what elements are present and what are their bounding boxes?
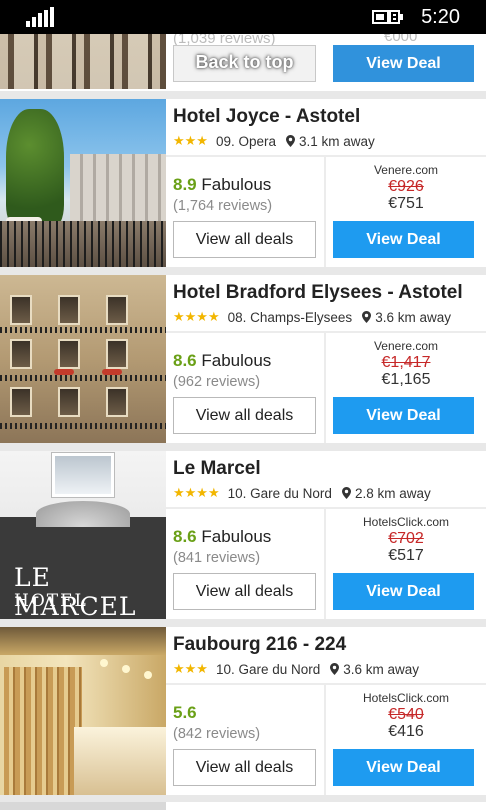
district-label: 10. Gare du Nord (215, 661, 321, 677)
hotel-photo[interactable] (0, 275, 166, 443)
deal-price: €751 (388, 195, 424, 212)
hotel-photo[interactable]: LE MARCEL HOTEL (0, 451, 166, 619)
deal-provider: HotelsClick.com (362, 515, 449, 529)
price-fragment: €000 (384, 34, 418, 45)
view-all-deals-button[interactable]: View all deals (173, 221, 316, 258)
deal-price: €517 (388, 547, 424, 564)
reviews-count: (1,764 reviews) (173, 198, 273, 214)
old-price: €926 (388, 178, 424, 195)
clock-time: 5:20 (421, 6, 460, 28)
deal-price: €416 (388, 723, 424, 740)
hotel-name[interactable]: Hotel Bradford Elysees - Astotel (173, 282, 463, 304)
battery-charging-icon (372, 10, 403, 24)
guest-rating: 5.6 (173, 703, 197, 723)
map-pin-icon (341, 487, 351, 499)
reviews-count: (962 reviews) (173, 374, 261, 390)
reviews-count: (841 reviews) (173, 550, 261, 566)
guest-rating: 8.6 Fabulous (173, 351, 271, 371)
rating-label: Fabulous (201, 175, 272, 194)
rating-score: 8.9 (173, 175, 197, 194)
hotel-card[interactable]: Hotel Bradford Elysees - Astotel ★★★★ 08… (0, 275, 486, 443)
hotel-photo (0, 34, 166, 89)
old-price: €702 (388, 530, 424, 547)
deal-price: €1,165 (381, 371, 431, 388)
district-label: 10. Gare du Nord (227, 485, 332, 501)
rating-score: 5.6 (173, 703, 197, 722)
hotel-card[interactable]: Hotel Joyce - Astotel ★★★ 09. Opera 3.1 … (0, 99, 486, 267)
hotel-name[interactable]: Hotel Joyce - Astotel (173, 106, 360, 128)
hotel-sign-subtext: HOTEL (14, 591, 88, 611)
hotel-meta: ★★★ 09. Opera 3.1 km away (173, 133, 375, 149)
rating-score: 8.6 (173, 351, 197, 370)
view-deal-button[interactable]: View Deal (333, 749, 474, 786)
hotel-name[interactable]: Faubourg 216 - 224 (173, 634, 346, 656)
guest-rating: 8.6 Fabulous (173, 527, 271, 547)
district-label: 09. Opera (215, 133, 277, 149)
map-pin-icon (362, 311, 372, 323)
deal-provider: HotelsClick.com (362, 691, 449, 705)
view-all-deals-button[interactable]: View all deals (173, 573, 316, 610)
reviews-count: (842 reviews) (173, 726, 261, 742)
hotel-photo[interactable] (0, 627, 166, 795)
rating-label: Fabulous (201, 527, 272, 546)
distance-label: 3.1 km away (299, 133, 375, 149)
rating-label: Fabulous (201, 351, 272, 370)
district-label: 08. Champs-Elysees (227, 309, 353, 325)
view-deal-button[interactable]: View Deal (333, 573, 474, 610)
distance-label: 3.6 km away (375, 309, 451, 325)
star-rating-icon: ★★★★ (173, 309, 220, 324)
star-rating-icon: ★★★★ (173, 485, 220, 500)
deal-provider: Venere.com (373, 163, 439, 177)
old-price: €540 (388, 706, 424, 723)
old-price: €1,417 (381, 354, 431, 371)
hotel-photo[interactable] (0, 99, 166, 267)
map-pin-icon (330, 663, 340, 675)
hotel-card[interactable]: Faubourg 216 - 224 ★★★ 10. Gare du Nord … (0, 627, 486, 795)
star-rating-icon: ★★★ (173, 661, 208, 676)
hotel-name[interactable]: Le Marcel (173, 458, 261, 480)
distance-label: 3.6 km away (343, 661, 420, 677)
hotel-card[interactable]: LE MARCEL HOTEL Le Marcel ★★★★ 10. Gare … (0, 451, 486, 619)
view-deal-button[interactable]: View Deal (333, 221, 474, 258)
status-bar: 5:20 (0, 0, 486, 34)
map-pin-icon (286, 135, 296, 147)
view-deal-button[interactable]: View Deal (333, 397, 474, 434)
hotel-meta: ★★★ 10. Gare du Nord 3.6 km away (173, 661, 419, 677)
rating-score: 8.6 (173, 527, 197, 546)
back-to-top-button[interactable]: Back to top (173, 44, 316, 81)
view-all-deals-button[interactable]: View all deals (173, 397, 316, 434)
view-all-deals-button[interactable]: View all deals (173, 749, 316, 786)
star-rating-icon: ★★★ (173, 133, 208, 148)
view-deal-button[interactable]: View Deal (333, 45, 474, 82)
next-hotel-card-edge (0, 802, 486, 810)
hotel-meta: ★★★★ 10. Gare du Nord 2.8 km away (173, 485, 431, 501)
signal-strength-icon (26, 7, 56, 27)
distance-label: 2.8 km away (354, 485, 431, 501)
hotel-meta: ★★★★ 08. Champs-Elysees 3.6 km away (173, 309, 451, 325)
guest-rating: 8.9 Fabulous (173, 175, 271, 195)
deal-provider: Venere.com (373, 339, 439, 353)
